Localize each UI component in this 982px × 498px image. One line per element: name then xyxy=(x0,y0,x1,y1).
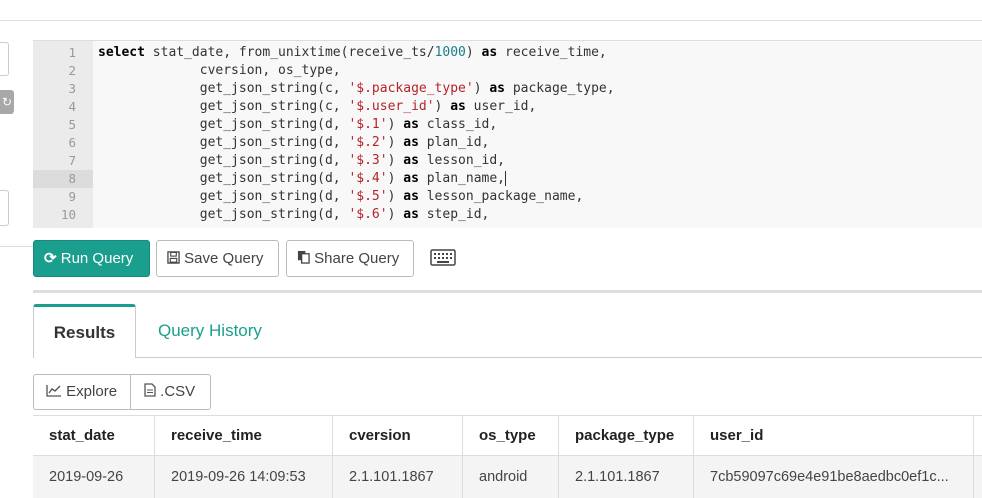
code-text: get_json_string(c, '$.user_id') as user_… xyxy=(98,99,537,114)
tab-results[interactable]: Results xyxy=(33,304,136,358)
share-query-label: Share Query xyxy=(314,250,400,267)
code-text: get_json_string(d, '$.6') as step_id, xyxy=(98,207,490,222)
code-line[interactable]: 10 get_json_string(d, '$.6') as step_id, xyxy=(33,206,982,224)
code-text: get_json_string(c, '$.package_type') as … xyxy=(98,81,615,96)
tab-underline xyxy=(136,357,982,358)
code-line[interactable]: 4 get_json_string(c, '$.user_id') as use… xyxy=(33,98,982,116)
table-cell: 2019-09-26 14:09:53 xyxy=(155,456,333,498)
column-header[interactable]: package_type xyxy=(559,416,694,456)
code-text: get_json_string(d, '$.2') as plan_id, xyxy=(98,135,490,150)
file-icon xyxy=(144,383,156,397)
text-cursor xyxy=(505,171,506,186)
run-query-label: Run Query xyxy=(60,250,134,267)
code-line[interactable]: 1 select stat_date, from_unixtime(receive… xyxy=(33,44,982,62)
line-chart-icon xyxy=(46,385,61,397)
code-text: cversion, os_type, xyxy=(98,63,341,78)
refresh-icon[interactable]: ↻ xyxy=(0,90,14,114)
line-number: 7 xyxy=(68,153,76,168)
tab-query-history[interactable]: Query History xyxy=(158,304,262,358)
code-text: get_json_string(d, '$.3') as lesson_id, xyxy=(98,153,505,168)
code-line[interactable]: 3 get_json_string(c, '$.package_type') a… xyxy=(33,80,982,98)
code-line[interactable]: 8 get_json_string(d, '$.4') as plan_name… xyxy=(33,170,982,188)
export-button-group: Explore .CSV xyxy=(33,374,211,410)
refresh-icon: ⟳ xyxy=(44,250,57,267)
line-number: 8 xyxy=(33,170,93,188)
code-text: get_json_string(d, '$.5') as lesson_pack… xyxy=(98,189,584,204)
code-text: select stat_date, from_unixtime(receive_… xyxy=(98,45,607,60)
save-query-button[interactable]: Save Query xyxy=(156,240,279,277)
column-header-extra xyxy=(974,416,982,456)
column-header[interactable]: os_type xyxy=(463,416,559,456)
copy-icon xyxy=(297,250,310,264)
column-header[interactable]: cversion xyxy=(333,416,463,456)
code-text: get_json_string(d, '$.1') as class_id, xyxy=(98,117,498,132)
code-line[interactable]: 5 get_json_string(d, '$.1') as class_id, xyxy=(33,116,982,134)
keyboard-icon[interactable] xyxy=(430,249,456,266)
code-text: get_json_string(d, '$.4') as plan_name, xyxy=(98,171,506,186)
floppy-icon xyxy=(167,251,180,264)
table-cell-extra xyxy=(974,456,982,498)
share-query-button[interactable]: Share Query xyxy=(286,240,414,277)
left-panel: ↻ xyxy=(0,20,33,497)
left-panel-input[interactable] xyxy=(0,42,9,76)
line-number: 10 xyxy=(60,207,76,222)
code-line[interactable]: 9 get_json_string(d, '$.5') as lesson_pa… xyxy=(33,188,982,206)
left-panel-input-2[interactable] xyxy=(0,190,9,226)
line-number: 3 xyxy=(68,81,76,96)
line-number: 4 xyxy=(68,99,76,114)
table-cell: android xyxy=(463,456,559,498)
save-query-label: Save Query xyxy=(184,250,264,267)
sql-editor[interactable]: 1 select stat_date, from_unixtime(receive… xyxy=(33,40,982,228)
explore-label: Explore xyxy=(66,383,118,400)
top-bar xyxy=(0,0,982,21)
column-header[interactable]: stat_date xyxy=(33,416,155,456)
left-panel-divider xyxy=(0,246,33,247)
run-query-button[interactable]: ⟳ Run Query xyxy=(33,240,150,277)
line-number: 6 xyxy=(68,135,76,150)
line-number: 9 xyxy=(68,189,76,204)
table-cell: 2.1.101.1867 xyxy=(559,456,694,498)
column-header[interactable]: user_id xyxy=(694,416,974,456)
csv-button[interactable]: .CSV xyxy=(132,375,210,409)
table-cell: 2019-09-26 xyxy=(33,456,155,498)
table-header-row: stat_date receive_time cversion os_type … xyxy=(33,416,982,456)
line-number: 2 xyxy=(68,63,76,78)
results-table: stat_date receive_time cversion os_type … xyxy=(33,415,982,498)
table-cell: 7cb59097c69e4e91be8aedbc0ef1c... xyxy=(694,456,974,498)
line-number: 1 xyxy=(68,45,76,60)
code-line[interactable]: 2 cversion, os_type, xyxy=(33,62,982,80)
csv-label: .CSV xyxy=(160,383,196,400)
section-divider xyxy=(33,290,982,293)
table-row: 2019-09-26 2019-09-26 14:09:53 2.1.101.1… xyxy=(33,456,982,498)
line-number: 5 xyxy=(68,117,76,132)
column-header[interactable]: receive_time xyxy=(155,416,333,456)
code-line[interactable]: 6 get_json_string(d, '$.2') as plan_id, xyxy=(33,134,982,152)
explore-button[interactable]: Explore xyxy=(34,375,131,409)
code-line[interactable]: 7 get_json_string(d, '$.3') as lesson_id… xyxy=(33,152,982,170)
table-cell: 2.1.101.1867 xyxy=(333,456,463,498)
